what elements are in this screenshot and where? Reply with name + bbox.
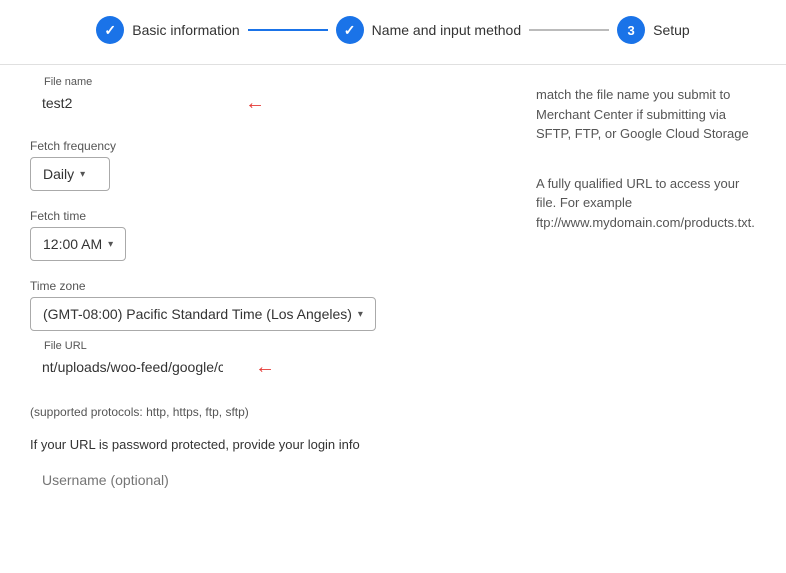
timezone-select[interactable]: (GMT-08:00) Pacific Standard Time (Los A… <box>30 297 376 331</box>
file-url-hint: A fully qualified URL to access your fil… <box>536 174 756 233</box>
password-protected-text: If your URL is password protected, provi… <box>30 437 506 452</box>
file-url-input[interactable] <box>30 349 235 385</box>
fetch-time-label: Fetch time <box>30 209 506 223</box>
password-protected-group: If your URL is password protected, provi… <box>30 437 506 498</box>
file-name-group: File name ← <box>30 85 506 121</box>
step-setup: 3 Setup <box>617 16 690 44</box>
file-url-hint-block: A fully qualified URL to access your fil… <box>536 174 756 233</box>
fetch-frequency-value: Daily <box>43 166 74 182</box>
file-name-input[interactable] <box>30 85 235 121</box>
supported-protocols-group: (supported protocols: http, https, ftp, … <box>30 403 506 419</box>
file-url-wrapper: File URL <box>30 349 235 385</box>
file-url-arrow: ← <box>255 356 275 379</box>
fetch-frequency-arrow-icon: ▾ <box>80 169 85 180</box>
step-name-input: ✓ Name and input method <box>336 16 521 44</box>
step-connector-2 <box>529 29 609 31</box>
step-label-3: Setup <box>653 22 690 38</box>
step-basic-info: ✓ Basic information <box>96 16 239 44</box>
step-label-1: Basic information <box>132 22 239 38</box>
step-label-2: Name and input method <box>372 22 521 38</box>
timezone-label: Time zone <box>30 279 506 293</box>
fetch-time-select[interactable]: 12:00 AM ▾ <box>30 227 126 261</box>
step-circle-1: ✓ <box>96 16 124 44</box>
stepper: ✓ Basic information ✓ Name and input met… <box>0 0 786 65</box>
check-icon-2: ✓ <box>344 22 356 39</box>
step-number-3: 3 <box>627 23 634 38</box>
hint-section: match the file name you submit to Mercha… <box>536 85 756 516</box>
file-name-hint: match the file name you submit to Mercha… <box>536 85 756 144</box>
file-url-group: File URL ← <box>30 349 506 385</box>
timezone-arrow-icon: ▾ <box>358 309 363 320</box>
file-name-arrow: ← <box>245 92 265 115</box>
fetch-time-arrow-icon: ▾ <box>108 239 113 250</box>
form-section: File name ← Fetch frequency Daily ▾ Fetc… <box>30 85 506 516</box>
check-icon-1: ✓ <box>104 22 116 39</box>
fetch-frequency-label: Fetch frequency <box>30 139 506 153</box>
file-name-wrapper: File name <box>30 85 235 121</box>
file-url-row: File URL ← <box>30 349 506 385</box>
fetch-frequency-group: Fetch frequency Daily ▾ <box>30 139 506 191</box>
fetch-time-group: Fetch time 12:00 AM ▾ <box>30 209 506 261</box>
step-connector-1 <box>248 29 328 31</box>
supported-protocols-text: (supported protocols: http, https, ftp, … <box>30 405 249 419</box>
step-circle-2: ✓ <box>336 16 364 44</box>
timezone-value: (GMT-08:00) Pacific Standard Time (Los A… <box>43 306 352 322</box>
timezone-group: Time zone (GMT-08:00) Pacific Standard T… <box>30 279 506 331</box>
fetch-frequency-select[interactable]: Daily ▾ <box>30 157 110 191</box>
main-content: File name ← Fetch frequency Daily ▾ Fetc… <box>0 65 786 536</box>
fetch-time-value: 12:00 AM <box>43 236 102 252</box>
username-input[interactable] <box>30 462 506 498</box>
step-circle-3: 3 <box>617 16 645 44</box>
